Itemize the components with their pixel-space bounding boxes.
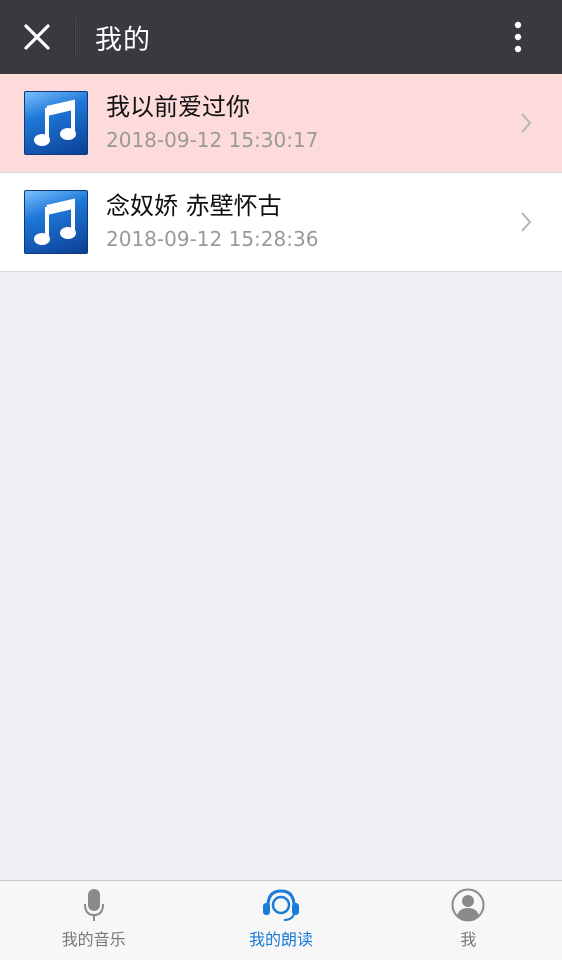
- item-title: 我以前爱过你: [106, 93, 250, 121]
- user-icon: [451, 886, 485, 922]
- header-divider: [74, 18, 75, 56]
- tab-label: 我的音乐: [61, 930, 126, 949]
- headset-icon: [262, 886, 300, 922]
- more-vertical-icon[interactable]: [513, 21, 523, 53]
- top-bar: 我的: [0, 0, 562, 74]
- close-button[interactable]: [0, 0, 74, 74]
- music-note-icon: [24, 190, 88, 254]
- item-date: 2018-09-12 15:30:17: [106, 128, 319, 152]
- more-options-button[interactable]: [498, 17, 538, 57]
- music-note-icon: [24, 91, 88, 155]
- tab-label: 我的朗读: [248, 930, 313, 949]
- chevron-right-icon: [521, 212, 532, 232]
- page-title: 我的: [95, 24, 151, 56]
- tab-label: 我: [460, 930, 477, 949]
- item-title: 念奴娇 赤壁怀古: [106, 192, 282, 220]
- list-item[interactable]: 我以前爱过你 2018-09-12 15:30:17: [0, 74, 562, 173]
- bottom-tab-bar: 我的音乐 我的朗读 我: [0, 880, 562, 960]
- microphone-icon: [83, 886, 105, 922]
- list-item[interactable]: 念奴娇 赤壁怀古 2018-09-12 15:28:36: [0, 173, 562, 272]
- item-date: 2018-09-12 15:28:36: [106, 227, 319, 251]
- recording-list: 我以前爱过你 2018-09-12 15:30:17 念奴娇 赤壁怀古 2018…: [0, 74, 562, 272]
- tab-my-music[interactable]: 我的音乐: [0, 881, 187, 960]
- close-icon[interactable]: [23, 23, 51, 51]
- tab-my-reading[interactable]: 我的朗读: [187, 881, 374, 960]
- chevron-right-icon: [521, 113, 532, 133]
- tab-me[interactable]: 我: [375, 881, 562, 960]
